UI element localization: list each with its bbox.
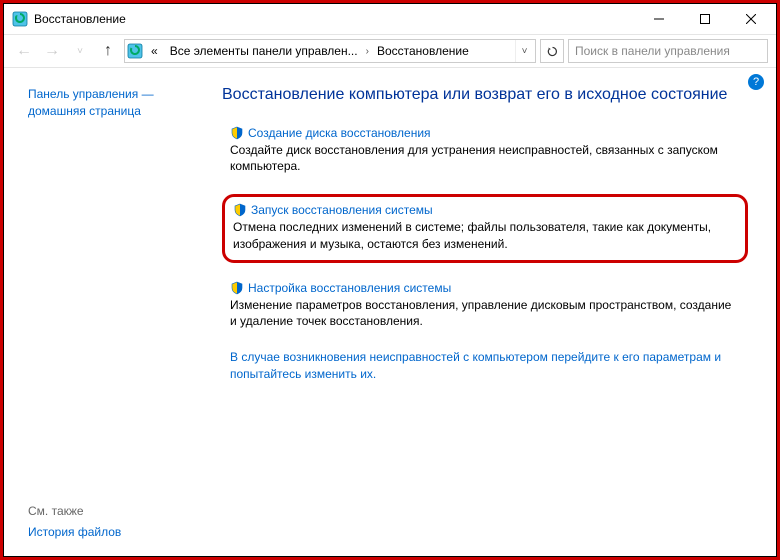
nav-back-button[interactable]: ←	[12, 39, 36, 63]
section-create-recovery-drive: Создание диска восстановления Создайте д…	[222, 122, 748, 180]
chevron-right-icon: ›	[366, 46, 369, 57]
address-dropdown-button[interactable]: ˅	[515, 40, 533, 62]
nav-forward-button[interactable]: →	[40, 39, 64, 63]
maximize-button[interactable]	[682, 4, 728, 34]
section-system-restore: Запуск восстановления системы Отмена пос…	[222, 194, 748, 262]
close-button[interactable]	[728, 4, 774, 34]
breadcrumb-item[interactable]: Восстановление	[373, 44, 473, 58]
breadcrumb-item[interactable]: Все элементы панели управлен...	[166, 44, 362, 58]
shield-icon	[230, 126, 244, 140]
app-icon	[12, 11, 28, 27]
main-panel: Восстановление компьютера или возврат ег…	[214, 68, 776, 556]
shield-icon	[230, 281, 244, 295]
address-bar: ← → ˅ ↑ « Все элементы панели управлен..…	[4, 34, 776, 68]
control-panel-home-link[interactable]: Панель управления — домашняя страница	[28, 86, 202, 120]
section-description: Изменение параметров восстановления, упр…	[230, 297, 740, 329]
section-configure-restore: Настройка восстановления системы Изменен…	[222, 277, 748, 335]
section-title-text: Создание диска восстановления	[248, 126, 431, 140]
content-area: ? Панель управления — домашняя страница …	[4, 68, 776, 556]
address-field[interactable]: « Все элементы панели управлен... › Восс…	[124, 39, 536, 63]
file-history-link[interactable]: История файлов	[28, 522, 202, 544]
breadcrumb-prefix: «	[147, 44, 162, 58]
system-restore-link[interactable]: Запуск восстановления системы	[233, 203, 737, 217]
troubleshoot-link[interactable]: В случае возникновения неисправностей с …	[222, 349, 748, 383]
nav-history-dropdown[interactable]: ˅	[68, 39, 92, 63]
shield-icon	[233, 203, 247, 217]
control-panel-icon	[127, 43, 143, 59]
section-description: Создайте диск восстановления для устране…	[230, 142, 740, 174]
page-title: Восстановление компьютера или возврат ег…	[222, 86, 748, 104]
titlebar: Восстановление	[4, 4, 776, 34]
window: Восстановление ← → ˅ ↑	[3, 3, 777, 557]
window-title: Восстановление	[34, 12, 636, 26]
nav-up-button[interactable]: ↑	[96, 39, 120, 63]
refresh-button[interactable]	[540, 39, 564, 63]
section-description: Отмена последних изменений в системе; фа…	[233, 219, 737, 251]
section-title-text: Запуск восстановления системы	[251, 203, 433, 217]
search-input[interactable]: Поиск в панели управления	[568, 39, 768, 63]
configure-restore-link[interactable]: Настройка восстановления системы	[230, 281, 740, 295]
search-placeholder: Поиск в панели управления	[575, 44, 730, 58]
see-also-label: См. также	[28, 501, 202, 523]
sidebar: Панель управления — домашняя страница См…	[4, 68, 214, 556]
section-title-text: Настройка восстановления системы	[248, 281, 451, 295]
minimize-button[interactable]	[636, 4, 682, 34]
create-recovery-drive-link[interactable]: Создание диска восстановления	[230, 126, 740, 140]
